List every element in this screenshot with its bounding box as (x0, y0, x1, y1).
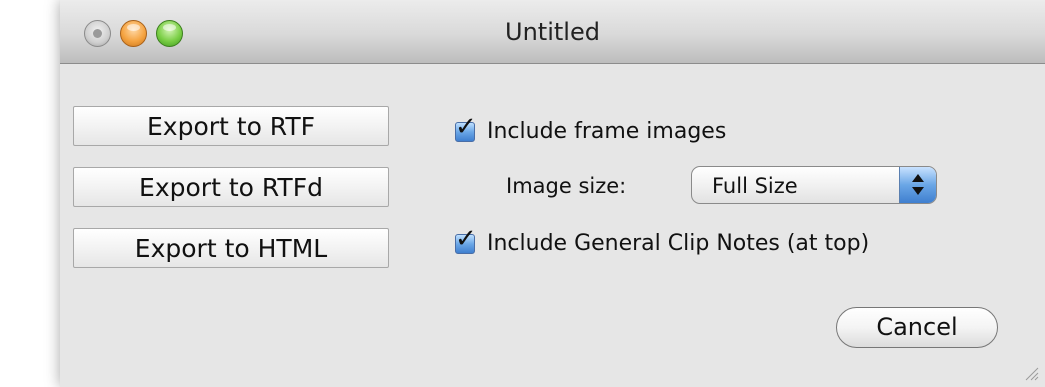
arrow-up-icon (912, 174, 924, 182)
export-rtf-button[interactable]: Export to RTF (73, 106, 389, 146)
checkmark-icon: ✓ (455, 223, 477, 254)
include-frame-images-option[interactable]: ✓ Include frame images (455, 114, 727, 144)
up-down-arrows-icon (899, 167, 936, 203)
include-general-clip-notes-checkbox[interactable]: ✓ (455, 226, 477, 254)
arrow-down-icon (912, 187, 924, 195)
include-general-clip-notes-label: Include General Clip Notes (at top) (487, 231, 870, 256)
image-size-label: Image size: (506, 174, 627, 198)
export-html-button[interactable]: Export to HTML (73, 228, 389, 268)
cancel-button[interactable]: Cancel (836, 307, 998, 348)
resize-grip-icon[interactable] (1023, 365, 1039, 381)
include-frame-images-label: Include frame images (487, 119, 727, 144)
window-title: Untitled (505, 18, 600, 46)
checkmark-icon: ✓ (455, 111, 477, 142)
title-bar[interactable]: Untitled (60, 0, 1045, 64)
export-dialog-window: Untitled Export to RTF Export to RTFd Ex… (60, 0, 1045, 387)
include-frame-images-checkbox[interactable]: ✓ (455, 114, 477, 142)
include-general-clip-notes-option[interactable]: ✓ Include General Clip Notes (at top) (455, 226, 870, 256)
export-rtfd-button[interactable]: Export to RTFd (73, 167, 389, 207)
dialog-content: Export to RTF Export to RTFd Export to H… (60, 64, 1045, 387)
image-size-value: Full Size (712, 174, 798, 198)
image-size-popup[interactable]: Full Size (691, 166, 937, 204)
